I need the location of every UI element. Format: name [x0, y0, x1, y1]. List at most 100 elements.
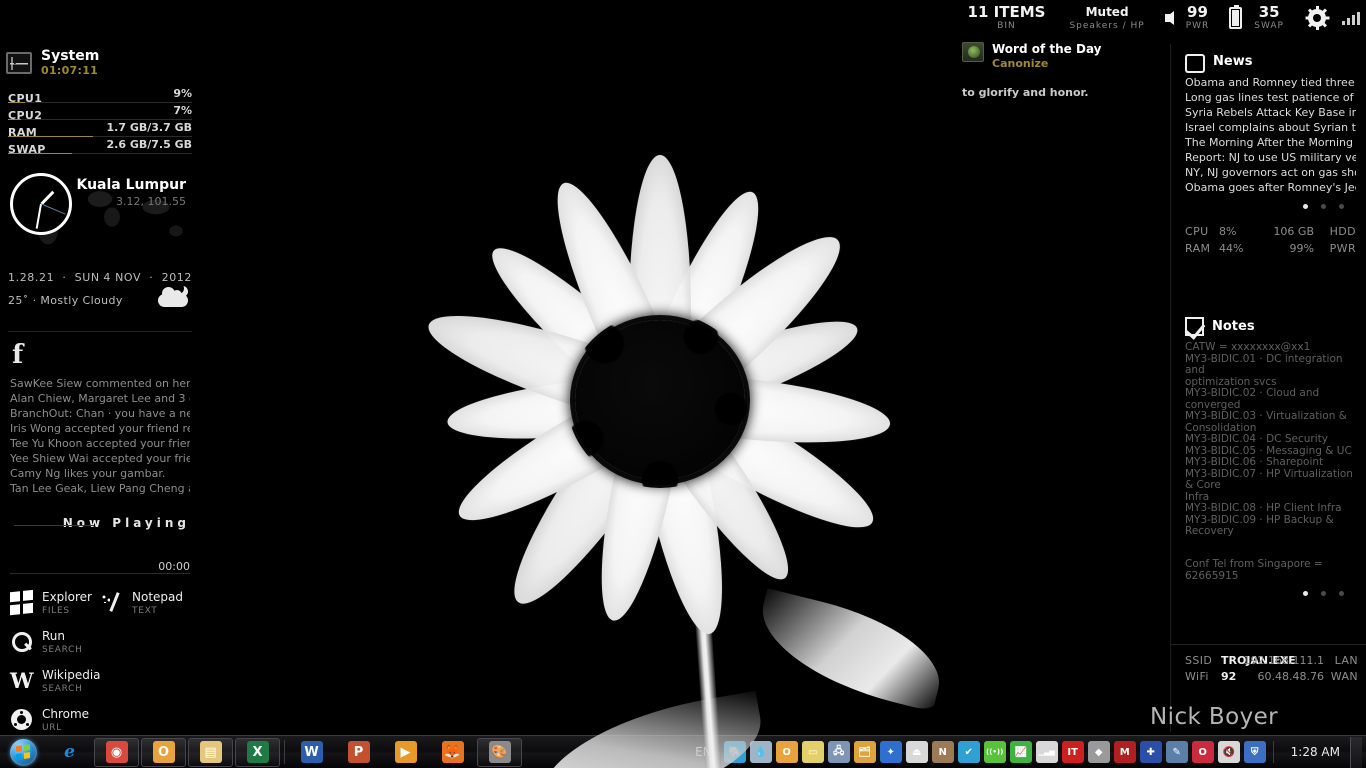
- meter-swap: SWAP 2.6 GB/7.5 GB: [8, 138, 192, 157]
- launcher-item-run[interactable]: Run SEARCH: [10, 623, 190, 662]
- news-item[interactable]: Obama and Romney tied three days b…: [1185, 75, 1356, 90]
- note-item[interactable]: MY3-BIDIC.07 · HP Virtualization & Core: [1185, 468, 1356, 492]
- usb-eject-icon[interactable]: ⏏: [905, 741, 928, 763]
- start-button[interactable]: [0, 737, 46, 768]
- news-pagination-dots[interactable]: [1185, 195, 1356, 209]
- onenote-icon[interactable]: N: [931, 741, 954, 763]
- launcher-text-notepad: Notepad TEXT: [132, 590, 183, 617]
- pagination-dot[interactable]: [1303, 590, 1308, 596]
- note-item[interactable]: MY3-BIDIC.03 · Virtualization &: [1185, 410, 1356, 423]
- facebook-item[interactable]: Tan Lee Geak, Liew Pang Cheng and 5…: [10, 481, 190, 496]
- antivirus-shield-icon[interactable]: ✚: [1139, 741, 1162, 763]
- taskbar-button-microsoft-excel[interactable]: X: [235, 737, 280, 767]
- now-playing-rule: [14, 525, 94, 527]
- taskbar-button-mozilla-firefox[interactable]: 🦊: [430, 738, 475, 767]
- taskbar-button-microsoft-outlook[interactable]: O: [141, 737, 186, 767]
- recycle-bin-status[interactable]: 11 ITEMS BIN: [956, 4, 1058, 32]
- facebook-item[interactable]: Tee Yu Khoon accepted your friend re…: [10, 436, 190, 451]
- news-item[interactable]: Syria Rebels Attack Key Base in Bid to…: [1185, 105, 1356, 120]
- taskbar-running-group: W P ▶ 🦊 🎨: [288, 737, 523, 767]
- folder-sync-icon[interactable]: 🗂: [853, 741, 876, 763]
- tray-divider: [1272, 741, 1274, 763]
- clock-location: Kuala Lumpur 3.12, 101.55: [76, 177, 186, 208]
- note-item[interactable]: MY3-BIDIC.09 · HP Backup & Recovery: [1185, 514, 1356, 538]
- pagination-dot[interactable]: [1321, 204, 1326, 209]
- diamond-app-icon[interactable]: ◆: [1087, 741, 1110, 763]
- pagination-dot[interactable]: [1303, 204, 1308, 209]
- dropbox-icon[interactable]: ✔: [957, 741, 980, 763]
- wotd-word: Canonize: [992, 57, 1049, 70]
- facebook-item[interactable]: Camy Ng likes your gambar.: [10, 466, 190, 481]
- news-item[interactable]: Long gas lines test patience of storm-…: [1185, 90, 1356, 105]
- outlook-tray-icon[interactable]: O: [775, 741, 798, 763]
- facebook-logo: f: [12, 340, 24, 371]
- taskbar-button-google-chrome[interactable]: ◉: [94, 737, 139, 767]
- it-support-icon[interactable]: IT: [1061, 741, 1084, 763]
- swap-status[interactable]: 35 SWAP: [1242, 4, 1296, 32]
- pagination-dot[interactable]: [1339, 204, 1344, 209]
- taskbar-button-paint[interactable]: 🎨: [477, 737, 522, 767]
- facebook-item[interactable]: Yee Shiew Wai accepted your friend r…: [10, 451, 190, 466]
- resource-stats: CPU 8% 106 GB HDD RAM 44% 99% PWR: [1171, 209, 1366, 255]
- facebook-item[interactable]: BranchOut: Chan · you have a new me…: [10, 406, 190, 421]
- pagination-dot[interactable]: [1339, 590, 1344, 596]
- note-item[interactable]: MY3-BIDIC.04 · DC Security: [1185, 433, 1356, 446]
- weather-row: 25˚ · Mostly Cloudy: [0, 287, 200, 319]
- power-label: PWR: [1185, 21, 1210, 31]
- show-desktop-button[interactable]: [1350, 736, 1362, 768]
- signal-bars-icon[interactable]: ▁▃▅: [1035, 741, 1058, 763]
- facebook-item[interactable]: SawKee Siew commented on her Wall…: [10, 376, 190, 391]
- taskbar-clock[interactable]: 1:28 AM: [1279, 745, 1350, 759]
- gear-icon[interactable]: [1305, 5, 1329, 30]
- meter-value: 7%: [173, 104, 192, 118]
- opera-browser-icon[interactable]: O: [1191, 741, 1214, 763]
- taskbar-button-microsoft-word[interactable]: W: [289, 738, 334, 767]
- taskbar-button-microsoft-powerpoint[interactable]: P: [336, 738, 381, 767]
- mcafee-icon[interactable]: M: [1113, 741, 1136, 763]
- news-item[interactable]: The Morning After the Morning After -…: [1185, 135, 1356, 150]
- volume-status[interactable]: Muted Speakers / HP: [1057, 4, 1174, 31]
- wotd-definition: to glorify and honor.: [962, 86, 1089, 99]
- note-item[interactable]: MY3-BIDIC.06 · Sharepoint: [1185, 456, 1356, 469]
- system-monitor-icon[interactable]: 📈: [1009, 741, 1032, 763]
- news-item[interactable]: Israel complains about Syrian tanks al…: [1185, 120, 1356, 135]
- meter-label: SWAP: [8, 143, 46, 157]
- note-item[interactable]: MY3-BIDIC.02 · Cloud and converged: [1185, 387, 1356, 411]
- taskbar-button-windows-explorer[interactable]: ▤: [188, 737, 233, 767]
- note-item[interactable]: MY3-BIDIC.01 · DC integration and: [1185, 353, 1356, 377]
- launcher-text-explorer: Explorer FILES: [42, 591, 92, 617]
- launcher-item-wikipedia[interactable]: W Wikipedia SEARCH: [10, 662, 190, 701]
- water-drop-icon[interactable]: 💧: [749, 741, 772, 763]
- launcher-label-notepad: Notepad: [132, 590, 183, 605]
- bluetooth-icon[interactable]: ✦: [879, 741, 902, 763]
- network-connection-icon[interactable]: 🖧: [827, 741, 850, 763]
- launcher-label-chrome: Chrome: [42, 707, 90, 722]
- taskbar-button-internet-explorer[interactable]: e: [47, 738, 92, 767]
- wifi-signal-icon[interactable]: ((•)): [983, 741, 1006, 763]
- pagination-dot[interactable]: [1321, 590, 1326, 596]
- wotd-title: Word of the Day: [992, 42, 1102, 56]
- power-status[interactable]: 99 PWR: [1174, 4, 1243, 31]
- pen-tool-icon[interactable]: ✎: [1165, 741, 1188, 763]
- system-title: System: [41, 48, 100, 64]
- wotd-head-text: Word of the Day Canonize: [992, 42, 1102, 70]
- news-item[interactable]: Report: NJ to use US military vehicles…: [1185, 150, 1356, 165]
- settings-group[interactable]: [1296, 5, 1360, 30]
- taskbar-button-media-player[interactable]: ▶: [383, 738, 428, 767]
- desktop-screen: 11 ITEMS BIN Muted Speakers / HP 99 PWR …: [0, 0, 1366, 768]
- launcher-item-explorer[interactable]: Explorer FILES: [10, 584, 100, 623]
- note-item[interactable]: MY3-BIDIC.08 · HP Client Infra: [1185, 502, 1356, 515]
- launcher-item-notepad[interactable]: Notepad TEXT: [100, 584, 190, 623]
- facebook-item[interactable]: Alan Chiew, Margaret Lee and 3 other…: [10, 391, 190, 406]
- news-item[interactable]: Obama goes after Romney's Jeep ad ·…: [1185, 180, 1356, 195]
- facebook-item[interactable]: Iris Wong accepted your friend reques…: [10, 421, 190, 436]
- internet-explorer-icon: e: [64, 742, 75, 762]
- speaker-muted-icon[interactable]: [1164, 10, 1174, 25]
- security-center-icon[interactable]: ⛨: [1243, 741, 1266, 763]
- volume-muted-icon[interactable]: 🔇: [1217, 741, 1240, 763]
- note-item[interactable]: CATW = xxxxxxxx@xx1: [1185, 341, 1356, 354]
- wotd-header: Word of the Day Canonize: [962, 42, 1177, 70]
- sticky-note-icon[interactable]: ▭: [801, 741, 824, 763]
- news-item[interactable]: NY, NJ governors act on gas shortages…: [1185, 165, 1356, 180]
- notes-pagination-dots[interactable]: [1185, 582, 1356, 596]
